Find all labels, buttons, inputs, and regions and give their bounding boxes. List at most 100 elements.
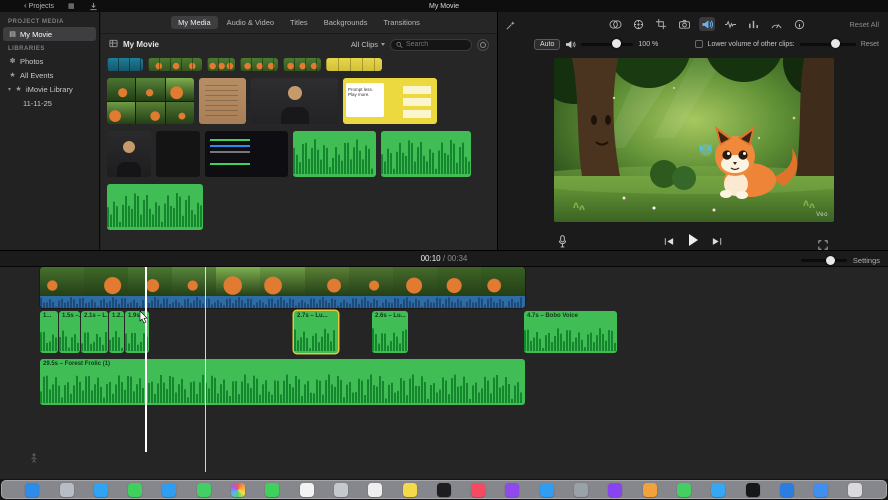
media-thumbnail-audio[interactable] xyxy=(107,184,203,230)
dock-icon-calendar[interactable] xyxy=(299,482,314,497)
media-thumbnail-strip-fox[interactable] xyxy=(240,58,278,71)
settings-button[interactable]: Settings xyxy=(853,256,880,265)
media-thumbnail-audio[interactable] xyxy=(381,131,471,177)
tab-titles[interactable]: Titles xyxy=(283,16,315,29)
media-thumbnail-strip-fox[interactable] xyxy=(283,58,321,71)
dock-icon-notes[interactable] xyxy=(402,482,417,497)
volume-percent: 100 % xyxy=(638,40,659,48)
timeline-audio-clip[interactable]: 2.6s – Lu... xyxy=(372,311,408,353)
sidebar-item-photos[interactable]: ✽ Photos xyxy=(3,54,96,68)
dock-icon-safari[interactable] xyxy=(93,482,108,497)
volume-slider-knob[interactable] xyxy=(611,39,621,48)
timeline-audio-clip[interactable]: 2.7s – Lu... xyxy=(294,311,338,353)
lower-volume-slider[interactable] xyxy=(799,39,856,48)
projects-back-button[interactable]: ‹ Projects xyxy=(24,2,54,10)
dock-icon-launchpad[interactable] xyxy=(59,482,74,497)
dock-icon-settings[interactable] xyxy=(574,482,589,497)
zoom-slider-knob[interactable] xyxy=(826,255,836,265)
media-thumbnail-strip-fox[interactable] xyxy=(148,58,202,71)
crop-icon[interactable] xyxy=(653,17,669,31)
info-icon[interactable] xyxy=(791,17,807,31)
dock-icon-tv[interactable] xyxy=(436,482,451,497)
media-thumbnail-audio[interactable] xyxy=(293,131,376,177)
skip-back-button[interactable] xyxy=(664,233,674,251)
dock-icon-maps[interactable] xyxy=(196,482,211,497)
dock-icon-messages[interactable] xyxy=(128,482,143,497)
timeline-skimmer[interactable] xyxy=(205,267,206,472)
media-thumbnail-fox-grid[interactable] xyxy=(107,78,194,124)
dock-icon-pages[interactable] xyxy=(642,482,657,497)
color-correction-icon[interactable] xyxy=(630,17,646,31)
import-icon[interactable] xyxy=(89,2,98,11)
dock-icon-keynote[interactable] xyxy=(711,482,726,497)
dock-icon-facetime[interactable] xyxy=(265,482,280,497)
skip-forward-button[interactable] xyxy=(712,233,722,251)
dock-icon-mail[interactable] xyxy=(162,482,177,497)
volume-slider[interactable] xyxy=(581,39,634,48)
stabilization-icon[interactable] xyxy=(676,17,692,31)
sidebar-item-11-11-25[interactable]: 11-11-25 xyxy=(3,96,96,110)
dock-icon-podcasts[interactable] xyxy=(505,482,520,497)
sidebar-item-my-movie[interactable]: ▤ My Movie xyxy=(3,27,96,41)
dock-icon-trash[interactable] xyxy=(848,482,863,497)
filter-circle-icon[interactable] xyxy=(477,38,489,51)
clip-label: 2.1s – L... xyxy=(84,312,108,319)
timeline-video-clip[interactable] xyxy=(40,267,525,308)
dock-icon-reminders[interactable] xyxy=(368,482,383,497)
search-box[interactable] xyxy=(390,38,472,51)
media-thumbnail-strip-yellow[interactable] xyxy=(326,58,382,71)
reset-button[interactable]: Reset xyxy=(861,41,879,48)
play-button[interactable] xyxy=(688,233,698,251)
dock-icon-downloads[interactable] xyxy=(814,482,829,497)
lower-volume-checkbox[interactable] xyxy=(694,40,703,48)
chevron-left-icon: ‹ xyxy=(24,1,27,10)
media-thumbnail-doc[interactable] xyxy=(199,78,246,124)
media-thumbnail-strip-blue[interactable] xyxy=(107,58,143,71)
dock-icon-contacts[interactable] xyxy=(333,482,348,497)
media-thumbnail-webcam[interactable] xyxy=(251,78,338,124)
dock-icon-xcode[interactable] xyxy=(779,482,794,497)
grid-toggle-icon[interactable] xyxy=(109,39,118,50)
timeline-audio-clip[interactable]: 1.2... xyxy=(109,311,124,353)
clips-filter-dropdown[interactable]: All Clips xyxy=(351,40,385,49)
tab-audio-video[interactable]: Audio & Video xyxy=(220,16,281,29)
zoom-slider[interactable] xyxy=(800,255,847,265)
tab-transitions[interactable]: Transitions xyxy=(376,16,426,29)
noise-reduction-icon[interactable] xyxy=(722,17,738,31)
auto-button[interactable]: Auto xyxy=(534,38,561,50)
search-input[interactable] xyxy=(406,41,466,48)
timeline-audio-clip[interactable]: 4.7s – Bobo Voice xyxy=(524,311,617,353)
lower-volume-knob[interactable] xyxy=(830,39,840,48)
tab-my-media[interactable]: My Media xyxy=(171,16,218,29)
speed-icon[interactable] xyxy=(768,17,784,31)
dock-icon-music[interactable] xyxy=(471,482,486,497)
timeline-audio-clip[interactable]: 1.5s –... xyxy=(59,311,80,353)
dock-icon-finder[interactable] xyxy=(25,482,40,497)
timeline-music-clip[interactable]: 29.5s – Forest Frolic (1) xyxy=(40,359,525,405)
timeline-audio-clip[interactable]: 2.1s – L... xyxy=(81,311,108,353)
magic-wand-icon[interactable] xyxy=(505,18,516,36)
dock-icon-terminal[interactable] xyxy=(745,482,760,497)
chevron-down-icon[interactable]: ▾ xyxy=(8,86,11,93)
equalizer-icon[interactable] xyxy=(745,17,761,31)
media-browser-icon[interactable]: ▦ xyxy=(68,2,75,10)
dock-icon-appstore[interactable] xyxy=(539,482,554,497)
timeline[interactable]: 1...1.5s –...2.1s – L...1.2...1.9s...2.7… xyxy=(0,267,888,480)
tab-backgrounds[interactable]: Backgrounds xyxy=(317,16,375,29)
media-thumbnail-screen[interactable] xyxy=(205,131,288,177)
sidebar-item-imovie-library[interactable]: ▾ ★ iMovie Library xyxy=(3,82,96,96)
reset-all-button[interactable]: Reset All xyxy=(849,20,879,29)
dock-icon-photos[interactable] xyxy=(231,482,246,497)
media-thumbnail-black[interactable] xyxy=(156,131,200,177)
dock-icon-imovie[interactable] xyxy=(608,482,623,497)
volume-icon[interactable] xyxy=(699,17,715,31)
color-balance-icon[interactable] xyxy=(607,17,623,31)
media-thumbnail-man[interactable] xyxy=(107,131,151,177)
media-thumbnail-slides[interactable]: Prompt less. Play more. xyxy=(343,78,437,124)
media-thumbnail-strip-fox[interactable] xyxy=(207,58,235,71)
timeline-playhead[interactable] xyxy=(145,267,147,452)
sidebar-item-all-events[interactable]: ★ All Events xyxy=(3,68,96,82)
timeline-audio-clip[interactable]: 1... xyxy=(40,311,58,353)
dock-icon-numbers[interactable] xyxy=(676,482,691,497)
lower-volume-label: Lower volume of other clips: xyxy=(707,40,795,48)
